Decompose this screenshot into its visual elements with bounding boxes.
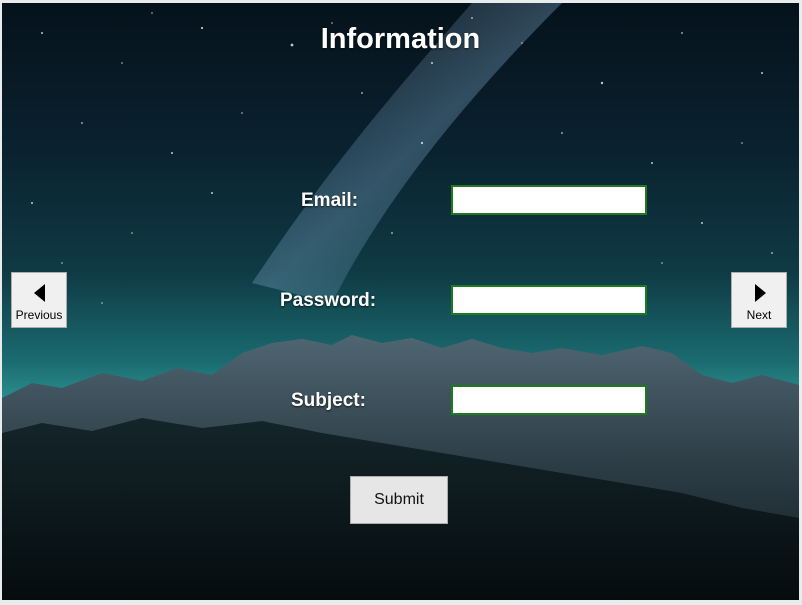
next-button-label: Next xyxy=(746,308,772,322)
app-window: Information Email: Password: Subject: Pr… xyxy=(2,3,799,600)
subject-field[interactable] xyxy=(451,385,647,415)
email-label: Email: xyxy=(301,190,359,211)
password-label: Password: xyxy=(280,290,377,311)
triangle-right-icon xyxy=(755,284,766,302)
triangle-left-icon xyxy=(34,284,45,302)
previous-button[interactable]: Previous xyxy=(11,272,67,328)
email-field[interactable] xyxy=(451,185,647,215)
subject-label: Subject: xyxy=(291,390,366,411)
password-field[interactable] xyxy=(451,285,647,315)
submit-button[interactable]: Submit xyxy=(350,476,448,524)
page-title: Information xyxy=(320,23,481,55)
next-button[interactable]: Next xyxy=(731,272,787,328)
previous-button-label: Previous xyxy=(15,308,63,322)
